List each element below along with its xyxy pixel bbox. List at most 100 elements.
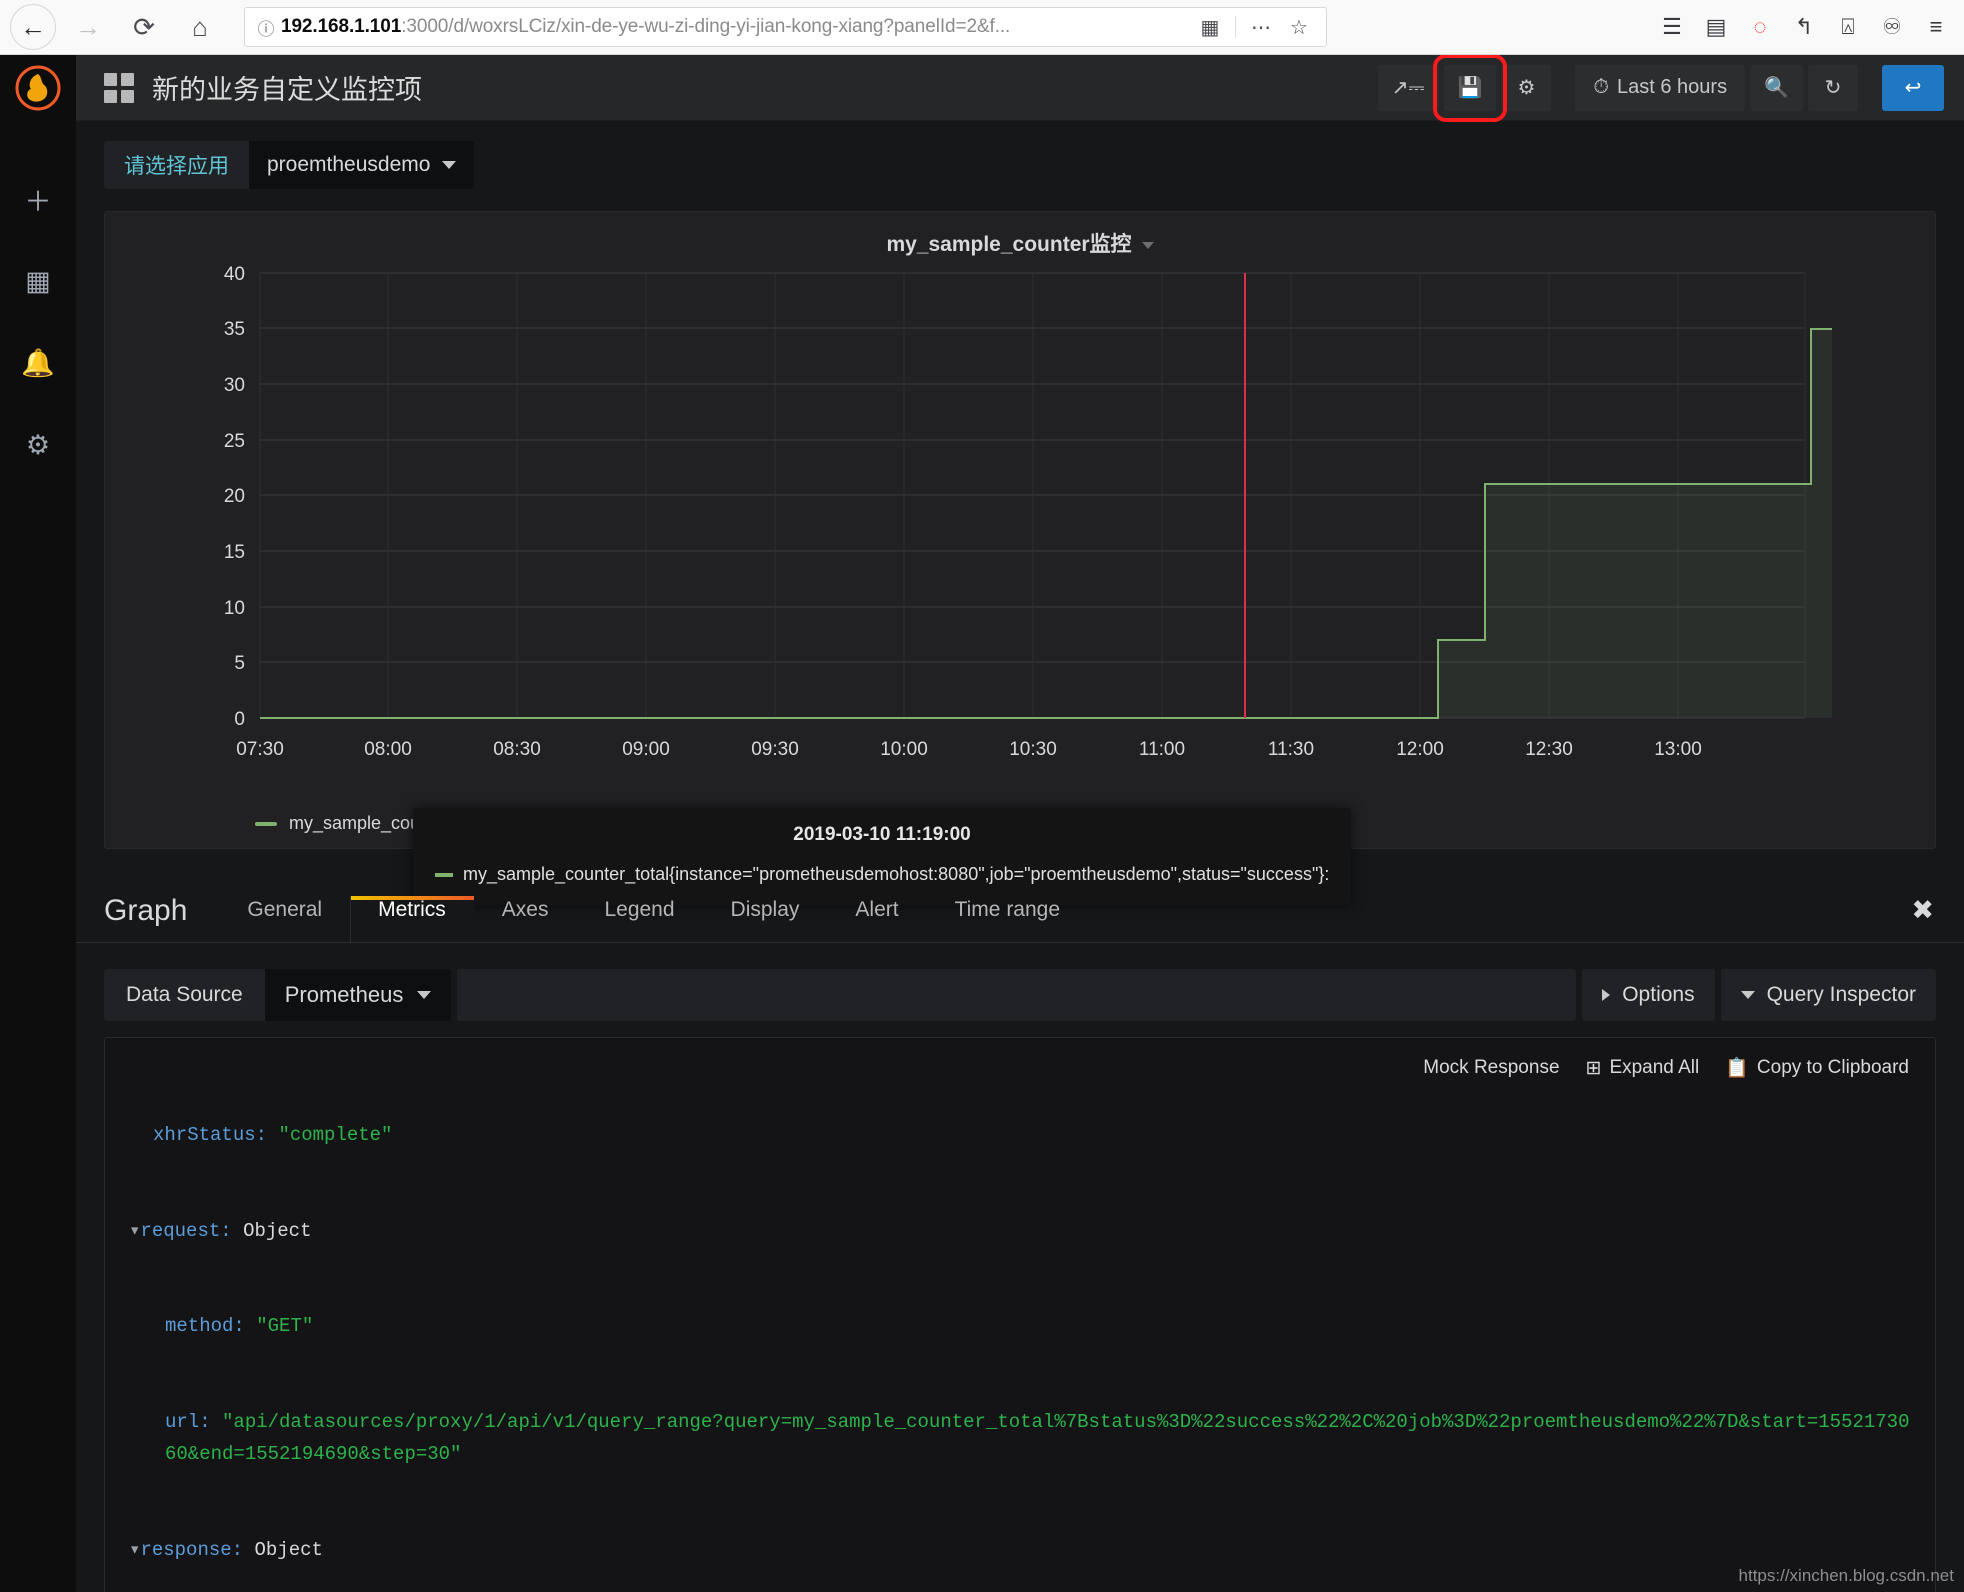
tab-legend[interactable]: Legend — [576, 898, 702, 942]
json-value: Object — [243, 1220, 311, 1242]
query-inspector-button[interactable]: Query Inspector — [1721, 969, 1936, 1021]
json-key: response: — [140, 1539, 243, 1561]
main-content: 新的业务自定义监控项 ↗⎓ 💾 ⚙ ⏱Last 6 hours 🔍 ↻ ↩ 请选… — [76, 55, 1964, 1592]
chevron-down-icon — [442, 161, 456, 169]
reload-icon[interactable]: ⟳ — [120, 5, 168, 49]
datasource-picker[interactable]: Prometheus — [265, 969, 452, 1021]
grafana-logo[interactable] — [0, 55, 76, 121]
editor-type-label: Graph — [104, 894, 209, 942]
copy-to-clipboard-button[interactable]: 📋Copy to Clipboard — [1725, 1056, 1909, 1080]
address-bar[interactable]: ⓘ 192.168.1.101:3000/d/woxrsLCiz/xin-de-… — [244, 7, 1327, 47]
back-arrow-icon: ↩ — [1905, 75, 1922, 100]
tab-metrics[interactable]: Metrics — [350, 898, 474, 942]
settings-button[interactable]: ⚙ — [1501, 65, 1551, 111]
json-line-url: url: "api/datasources/proxy/1/api/v1/que… — [129, 1407, 1911, 1471]
json-line-request[interactable]: ▾request: Object — [129, 1216, 1911, 1248]
hamburger-menu-icon[interactable]: ≡ — [1922, 12, 1950, 42]
back-arrow-icon[interactable]: ← — [10, 4, 56, 50]
forward-arrow-icon[interactable]: → — [64, 5, 112, 49]
template-var-dropdown[interactable]: proemtheusdemo — [249, 141, 474, 189]
tab-time-range[interactable]: Time range — [927, 898, 1088, 942]
tab-general[interactable]: General — [219, 898, 350, 942]
json-key: xhrStatus: — [153, 1124, 267, 1146]
zoom-out-button[interactable]: 🔍 — [1750, 65, 1803, 111]
screenshot-icon[interactable]: ⍓ — [1834, 12, 1862, 42]
address-bar-icons: ▦ ⋯ ☆ — [1193, 10, 1320, 44]
editor-tabs: Graph General Metrics Axes Legend Displa… — [76, 879, 1964, 943]
browser-right-icons: ☰ ▤ ◌ ↰ ⍓ ♾ ≡ — [1658, 12, 1950, 42]
bookmark-star-icon[interactable]: ☆ — [1282, 10, 1316, 44]
svg-text:09:00: 09:00 — [622, 739, 670, 760]
refresh-button[interactable]: ↻ — [1808, 65, 1858, 111]
expand-all-label: Expand All — [1609, 1057, 1699, 1079]
dashboards-grid-icon: ▦ — [25, 266, 51, 297]
svg-text:12:30: 12:30 — [1525, 739, 1573, 760]
inspector-actions: Mock Response ⊞ Expand All 📋Copy to Clipb… — [1423, 1056, 1909, 1080]
dashboard-grid-icon — [104, 73, 134, 103]
expand-all-button[interactable]: ⊞ Expand All — [1586, 1057, 1700, 1080]
options-toggle-button[interactable]: Options — [1582, 969, 1714, 1021]
save-button[interactable]: 💾 — [1444, 65, 1497, 111]
clock-icon: ⏱ — [1593, 76, 1609, 99]
share-button[interactable]: ↗⎓ — [1378, 65, 1439, 111]
create-plus-icon: ＋ — [25, 180, 52, 219]
page-title: 新的业务自定义监控项 — [152, 68, 422, 107]
divider — [1235, 16, 1236, 38]
watermark-text: https://xinchen.blog.csdn.net — [1739, 1566, 1954, 1586]
shield-icon[interactable]: ◌ — [1746, 12, 1774, 42]
page-info-icon[interactable]: ⓘ — [251, 15, 281, 40]
tab-display[interactable]: Display — [703, 898, 828, 942]
panel-title-text: my_sample_counter监控 — [886, 233, 1131, 256]
sidebar-item-alerting[interactable]: 🔔 — [0, 337, 76, 389]
graph-plot-area[interactable]: 40 35 30 25 20 15 10 5 0 07:30 08:00 — [105, 258, 1935, 788]
grafana-app: ＋ ▦ 🔔 ⚙ 新的业务自定义监控项 ↗⎓ 💾 ⚙ ⏱Last 6 hours … — [0, 55, 1964, 1592]
options-label: Options — [1622, 983, 1694, 1007]
svg-text:09:30: 09:30 — [751, 739, 799, 760]
home-icon[interactable]: ⌂ — [176, 5, 224, 49]
json-value: Object — [254, 1539, 322, 1561]
panel-header[interactable]: my_sample_counter监控 — [105, 212, 1935, 258]
undo-icon[interactable]: ↰ — [1790, 12, 1818, 42]
sidebar-item-create[interactable]: ＋ — [0, 173, 76, 225]
time-range-picker[interactable]: ⏱Last 6 hours — [1575, 65, 1745, 111]
json-line-method: method: "GET" — [129, 1311, 1911, 1343]
chevron-down-icon — [1142, 242, 1154, 249]
svg-text:10:30: 10:30 — [1009, 739, 1057, 760]
graph-panel: my_sample_counter监控 — [104, 211, 1936, 849]
pocket-icon[interactable]: ♾ — [1878, 12, 1906, 42]
template-var-label: 请选择应用 — [104, 141, 249, 189]
inspector-json: xhrStatus: "complete" ▾request: Object m… — [129, 1056, 1911, 1592]
template-variables-row: 请选择应用 proemtheusdemo — [76, 121, 1964, 189]
sidebar: ＋ ▦ 🔔 ⚙ — [0, 55, 76, 1592]
page-actions-icon[interactable]: ⋯ — [1244, 10, 1278, 44]
sidebar-item-dashboards[interactable]: ▦ — [0, 255, 76, 307]
svg-text:25: 25 — [224, 431, 245, 452]
expand-icon: ⊞ — [1586, 1057, 1602, 1080]
share-icon: ↗⎓ — [1392, 75, 1425, 100]
time-controls: ⏱Last 6 hours 🔍 ↻ — [1575, 65, 1858, 111]
panel-editor: Graph General Metrics Axes Legend Displa… — [76, 879, 1964, 1592]
datasource-row: Data Source Prometheus Options Query Ins… — [104, 969, 1936, 1021]
reader-view-icon[interactable]: ▦ — [1193, 10, 1227, 44]
settings-gear-icon: ⚙ — [1517, 75, 1535, 100]
svg-text:40: 40 — [224, 264, 245, 285]
url-host: 192.168.1.101 — [281, 16, 401, 37]
chevron-right-icon — [1602, 989, 1610, 1001]
sidebar-item-configuration[interactable]: ⚙ — [0, 419, 76, 471]
tab-axes[interactable]: Axes — [474, 898, 577, 942]
legend-color-swatch — [255, 822, 277, 826]
panel-action-buttons: ↗⎓ 💾 ⚙ — [1378, 65, 1552, 111]
library-icon[interactable]: ☰ — [1658, 12, 1686, 42]
tab-alert[interactable]: Alert — [827, 898, 926, 942]
dashboard-title-group: 新的业务自定义监控项 — [104, 68, 422, 107]
close-editor-icon[interactable]: ✖ — [1911, 895, 1964, 942]
json-value: "complete" — [278, 1124, 392, 1146]
json-line-response[interactable]: ▾response: Object — [129, 1535, 1911, 1567]
back-to-dashboard-button[interactable]: ↩ — [1882, 65, 1944, 111]
editor-body: Data Source Prometheus Options Query Ins… — [76, 943, 1964, 1592]
json-value: "GET" — [256, 1315, 313, 1337]
sidebar-icon[interactable]: ▤ — [1702, 12, 1730, 42]
tooltip-timestamp: 2019-03-10 11:19:00 — [435, 824, 1329, 846]
mock-response-button[interactable]: Mock Response — [1423, 1057, 1559, 1079]
svg-text:35: 35 — [224, 319, 245, 340]
